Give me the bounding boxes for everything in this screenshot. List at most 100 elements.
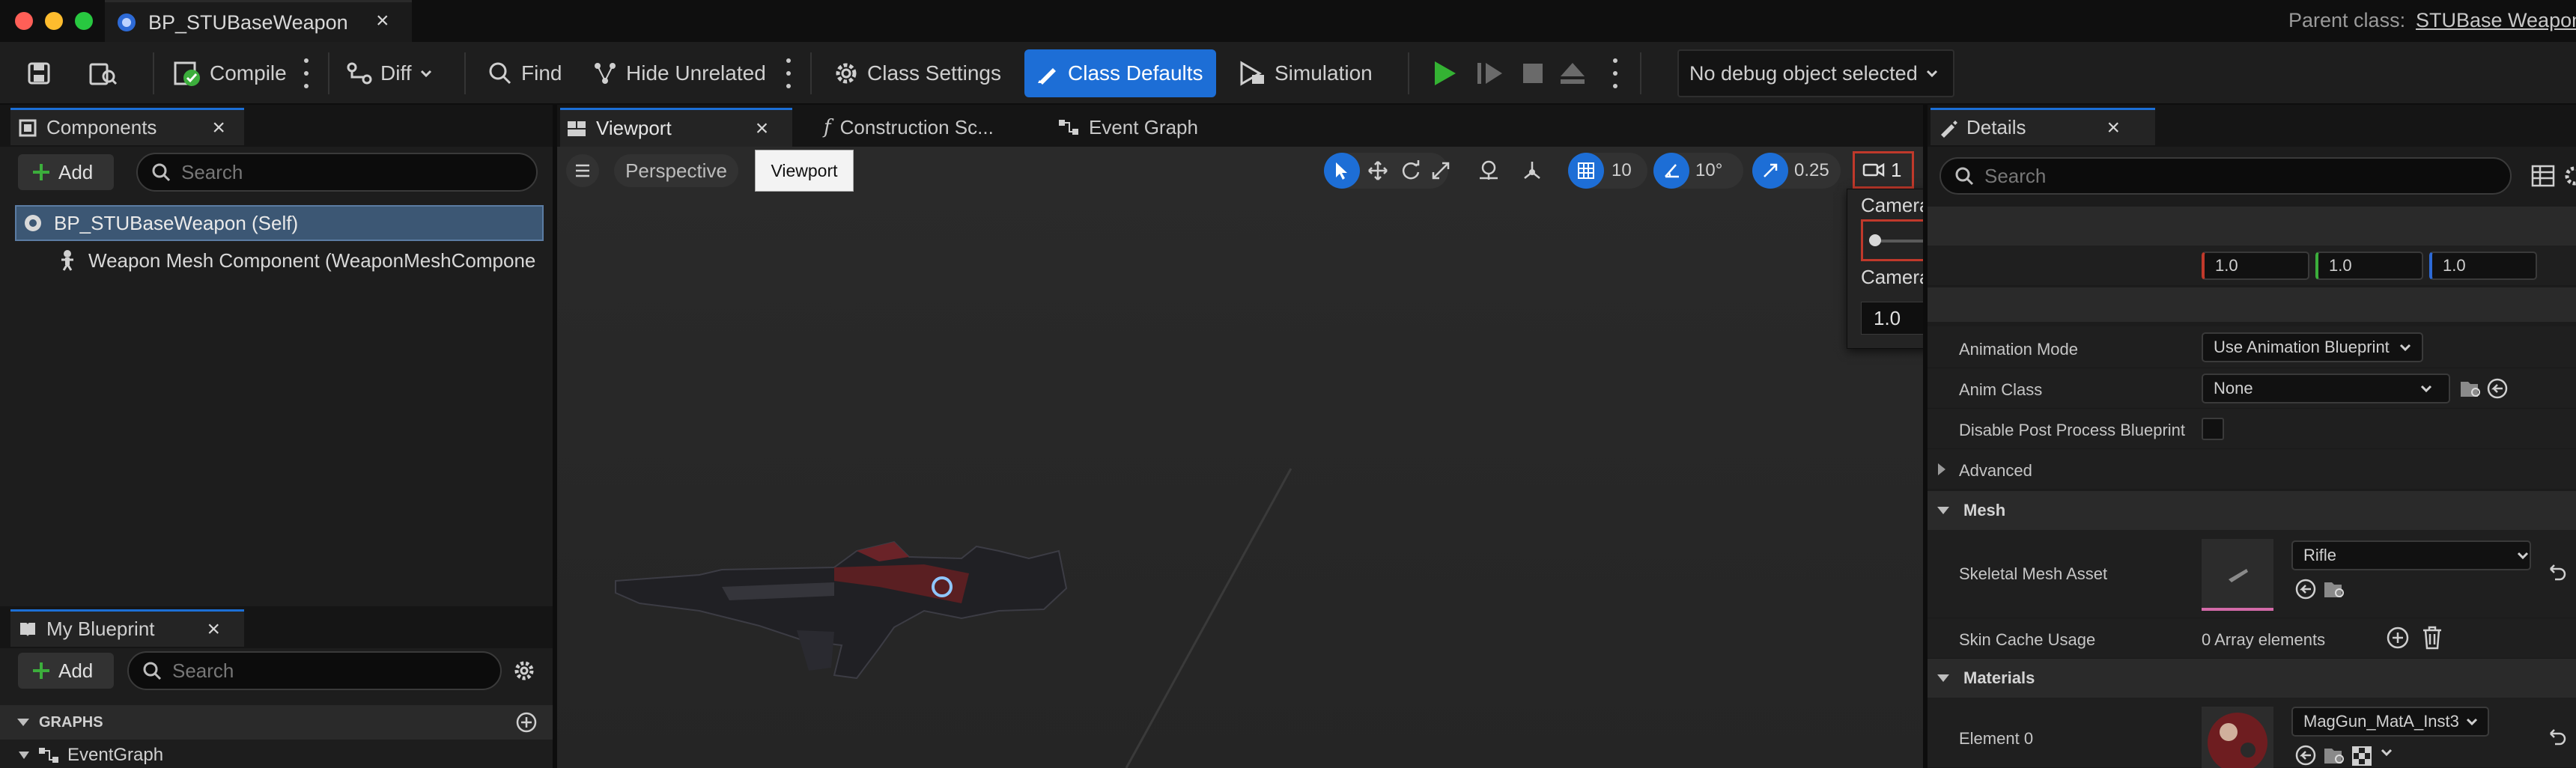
hide-unrelated-button[interactable]: Hide Unrelated <box>592 49 766 97</box>
details-settings-icon[interactable] <box>2563 165 2576 187</box>
select-tool-button[interactable] <box>1324 153 1360 189</box>
use-selected-icon[interactable] <box>2294 578 2317 600</box>
tab-construction-script[interactable]: f Construction Sc... <box>812 108 1021 147</box>
debug-object-select[interactable]: No debug object selected <box>1677 49 1954 97</box>
tab-construction-label: Construction Sc... <box>839 115 994 138</box>
rotate-icon[interactable] <box>1400 160 1421 181</box>
browse-asset-icon[interactable] <box>2323 579 2345 600</box>
reset-to-default-icon[interactable] <box>2545 729 2567 749</box>
skeletal-mesh-select[interactable]: Rifle <box>2291 540 2531 570</box>
add-graph-icon[interactable] <box>515 711 538 734</box>
scale-icon[interactable] <box>1430 160 1451 181</box>
step-icon <box>1475 60 1505 87</box>
stop-icon <box>1520 61 1546 86</box>
eject-button[interactable] <box>1558 49 1588 97</box>
my-blueprint-search-input[interactable]: Search <box>127 651 502 690</box>
class-settings-button[interactable]: Class Settings <box>833 49 1001 97</box>
grid-snap-value[interactable]: 10 <box>1611 160 1632 181</box>
class-defaults-button[interactable]: Class Defaults <box>1024 49 1216 97</box>
diff-button[interactable]: Diff <box>346 49 433 97</box>
slider-thumb[interactable] <box>1869 234 1881 246</box>
disable-post-process-checkbox[interactable] <box>2202 418 2224 440</box>
skeletal-mesh-value: Rifle <box>2303 546 2337 564</box>
play-options-icon[interactable] <box>1611 58 1619 88</box>
scale-snap-toggle[interactable] <box>1752 153 1788 189</box>
viewport-canvas[interactable]: Perspective Viewport 10 10° 0.25 1 <box>557 147 1923 768</box>
add-element-icon[interactable] <box>2386 626 2410 650</box>
vector-y-field[interactable]: 1.0 <box>2315 252 2423 280</box>
reset-to-default-icon[interactable] <box>2545 564 2567 584</box>
viewport-tooltip-text: Viewport <box>771 160 838 180</box>
camera-speed-button[interactable]: 1 <box>1853 151 1914 189</box>
tab-viewport[interactable]: Viewport × <box>560 108 792 147</box>
vector-z-field[interactable]: 1.0 <box>2429 252 2537 280</box>
add-component-button[interactable]: Add <box>18 154 114 190</box>
tree-item-self[interactable]: BP_STUBaseWeapon (Self) <box>15 205 544 241</box>
play-button[interactable] <box>1432 49 1457 97</box>
save-button[interactable] <box>25 49 52 97</box>
compile-options-icon[interactable] <box>303 58 310 88</box>
perspective-button[interactable]: Perspective <box>614 154 738 187</box>
grid-snap-toggle[interactable] <box>1568 153 1604 189</box>
element0-row: Element 0 MagGun_MatA_Inst3 <box>1928 698 2576 768</box>
components-search-input[interactable]: Search <box>136 153 538 192</box>
use-selected-icon[interactable] <box>2294 744 2317 767</box>
browse-asset-icon[interactable] <box>2323 746 2345 767</box>
details-search-input[interactable]: Search <box>1939 157 2512 195</box>
browse-asset-icon[interactable] <box>2459 379 2482 400</box>
main-toolbar: Compile Diff Find Hide Unrelated Class S… <box>0 42 2576 105</box>
compile-button[interactable]: Compile <box>172 49 287 97</box>
anim-class-select[interactable]: None <box>2202 374 2450 403</box>
step-button[interactable] <box>1475 49 1505 97</box>
trash-icon[interactable] <box>2422 626 2443 650</box>
graphs-section-header[interactable]: GRAPHS <box>0 705 553 740</box>
animation-section-header[interactable] <box>1928 287 2576 322</box>
close-details-icon[interactable]: × <box>2106 115 2120 141</box>
simulation-label: Simulation <box>1275 61 1373 85</box>
tab-components[interactable]: Components × <box>10 108 244 145</box>
surface-snap-icon[interactable] <box>1477 159 1501 183</box>
close-my-blueprint-icon[interactable]: × <box>207 617 221 642</box>
table-view-icon[interactable] <box>2531 165 2555 187</box>
find-options-icon[interactable] <box>785 58 792 88</box>
material-thumbnail[interactable] <box>2202 707 2273 768</box>
stop-button[interactable] <box>1520 49 1546 97</box>
add-member-button[interactable]: Add <box>18 653 114 689</box>
graph-item-eventgraph[interactable]: EventGraph <box>18 743 318 768</box>
tab-my-blueprint[interactable]: My Blueprint × <box>10 609 244 647</box>
world-local-icon[interactable] <box>1520 159 1544 183</box>
close-viewport-tab-icon[interactable]: × <box>756 116 769 141</box>
close-tab-icon[interactable]: × <box>376 8 389 34</box>
minimize-window-button[interactable] <box>45 12 63 30</box>
document-tab[interactable]: BP_STUBaseWeapon × <box>105 0 412 42</box>
materials-section-header[interactable]: Materials <box>1928 659 2576 698</box>
translate-icon[interactable] <box>1367 160 1388 181</box>
my-blueprint-tab-label: My Blueprint <box>46 618 155 640</box>
tree-item-weapon-mesh[interactable]: Weapon Mesh Component (WeaponMeshCompone <box>57 243 544 278</box>
advanced-row[interactable]: Advanced <box>1928 449 2576 490</box>
animation-mode-select[interactable]: Use Animation Blueprint <box>2202 332 2423 362</box>
close-components-icon[interactable]: × <box>212 115 225 141</box>
close-window-button[interactable] <box>15 12 33 30</box>
vector-row: 1.0 1.0 1.0 <box>1928 246 2576 286</box>
rotation-snap-value[interactable]: 10° <box>1695 160 1722 181</box>
zoom-window-button[interactable] <box>75 12 93 30</box>
tab-event-graph[interactable]: Event Graph <box>1045 108 1255 147</box>
rotation-snap-toggle[interactable] <box>1653 153 1689 189</box>
simulation-button[interactable]: Simulation <box>1237 49 1373 97</box>
add-member-label: Add <box>58 659 94 682</box>
find-button[interactable]: Find <box>487 49 562 97</box>
scale-snap-value[interactable]: 0.25 <box>1794 160 1829 181</box>
mesh-section-header[interactable]: Mesh <box>1928 491 2576 530</box>
use-selected-icon[interactable] <box>2486 377 2509 400</box>
vector-x-field[interactable]: 1.0 <box>2202 252 2309 280</box>
material-select[interactable]: MagGun_MatA_Inst3 <box>2291 707 2489 737</box>
checker-icon[interactable] <box>2351 746 2372 767</box>
skeletal-mesh-thumbnail[interactable] <box>2202 539 2273 611</box>
chevron-down-icon[interactable] <box>2380 746 2393 759</box>
settings-gear-icon[interactable] <box>512 659 536 683</box>
browse-button[interactable] <box>88 49 118 97</box>
tab-details[interactable]: Details × <box>1931 108 2155 145</box>
parent-class-link[interactable]: STUBase Weapon <box>2416 9 2576 32</box>
viewport-menu-button[interactable] <box>566 154 599 187</box>
